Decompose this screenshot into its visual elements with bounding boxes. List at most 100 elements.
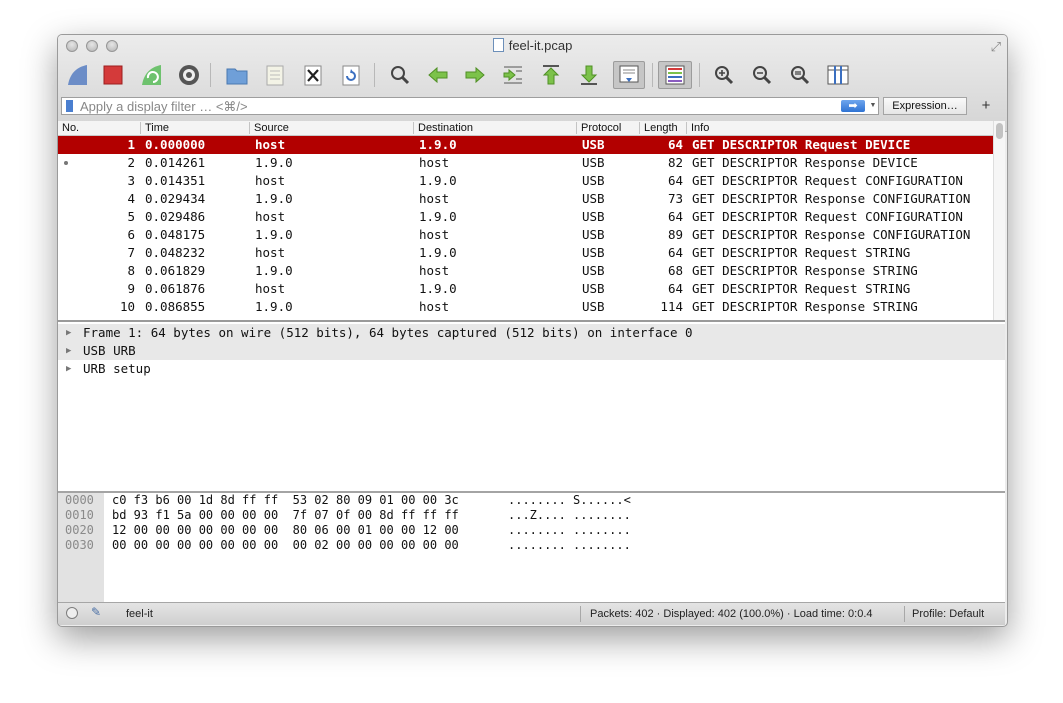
detail-label: Frame 1: 64 bytes on wire (512 bits), 64… bbox=[83, 325, 693, 340]
go-back-icon[interactable] bbox=[424, 61, 452, 89]
packet-protocol: USB bbox=[582, 137, 605, 152]
packet-row[interactable]: 2 0.014261 1.9.0 host USB 82 GET DESCRIP… bbox=[58, 154, 994, 172]
packet-row[interactable]: 10 0.086855 1.9.0 host USB 114 GET DESCR… bbox=[58, 298, 994, 316]
packet-info: GET DESCRIPTOR Request CONFIGURATION bbox=[692, 209, 963, 224]
packet-time: 0.029434 bbox=[145, 191, 206, 206]
packet-length: 68 bbox=[667, 263, 683, 278]
go-forward-icon[interactable] bbox=[461, 61, 489, 89]
column-header-no[interactable]: No. bbox=[62, 121, 79, 135]
byte-hex: 00 00 00 00 00 00 00 00 00 02 00 00 00 0… bbox=[112, 538, 459, 552]
packet-info: GET DESCRIPTOR Response DEVICE bbox=[692, 155, 918, 170]
expression-button[interactable]: Expression… bbox=[883, 97, 967, 115]
packet-info: GET DESCRIPTOR Response STRING bbox=[692, 299, 918, 314]
byte-ascii: ........ ........ bbox=[508, 523, 631, 537]
column-header-source[interactable]: Source bbox=[254, 121, 289, 135]
packet-no: 2 bbox=[127, 155, 135, 170]
fullscreen-icon[interactable]: ⤢ bbox=[991, 39, 1001, 55]
detail-tree-item[interactable]: ▶ Frame 1: 64 bytes on wire (512 bits), … bbox=[58, 324, 1005, 342]
status-divider bbox=[904, 606, 905, 622]
packet-row[interactable]: 3 0.014351 host 1.9.0 USB 64 GET DESCRIP… bbox=[58, 172, 994, 190]
status-divider bbox=[580, 606, 581, 622]
packet-length: 64 bbox=[667, 281, 683, 296]
packet-no: 7 bbox=[127, 245, 135, 260]
packet-time: 0.014261 bbox=[145, 155, 206, 170]
packet-info: GET DESCRIPTOR Request DEVICE bbox=[692, 137, 911, 152]
detail-tree-item[interactable]: ▶ URB setup bbox=[58, 360, 1005, 378]
packet-destination: 1.9.0 bbox=[419, 281, 457, 296]
packet-info: GET DESCRIPTOR Request STRING bbox=[692, 245, 911, 260]
packet-length: 64 bbox=[667, 209, 683, 224]
zoom-in-icon[interactable] bbox=[710, 61, 738, 89]
find-packet-icon[interactable] bbox=[386, 61, 414, 89]
packet-time: 0.048232 bbox=[145, 245, 206, 260]
toolbar-separator bbox=[210, 63, 211, 87]
auto-scroll-icon[interactable] bbox=[613, 61, 645, 89]
window-title-area: feel-it.pcap bbox=[58, 38, 1007, 53]
packet-row[interactable]: 8 0.061829 1.9.0 host USB 68 GET DESCRIP… bbox=[58, 262, 994, 280]
status-packet-counts: Packets: 402 · Displayed: 402 (100.0%) ·… bbox=[590, 608, 873, 620]
go-last-packet-icon[interactable] bbox=[575, 61, 603, 89]
packet-source: 1.9.0 bbox=[255, 155, 293, 170]
status-profile[interactable]: Profile: Default bbox=[912, 603, 984, 625]
column-header-info[interactable]: Info bbox=[691, 121, 709, 135]
zoom-out-icon[interactable] bbox=[748, 61, 776, 89]
expand-triangle-icon[interactable]: ▶ bbox=[66, 324, 71, 342]
packet-row[interactable]: 7 0.048232 host 1.9.0 USB 64 GET DESCRIP… bbox=[58, 244, 994, 262]
packet-row[interactable]: 5 0.029486 host 1.9.0 USB 64 GET DESCRIP… bbox=[58, 208, 994, 226]
packet-row[interactable]: 1 0.000000 host 1.9.0 USB 64 GET DESCRIP… bbox=[58, 136, 994, 154]
expand-triangle-icon[interactable]: ▶ bbox=[66, 342, 71, 360]
stop-capture-icon[interactable] bbox=[99, 61, 127, 89]
go-first-packet-icon[interactable] bbox=[537, 61, 565, 89]
reload-file-icon[interactable] bbox=[337, 61, 365, 89]
start-capture-icon[interactable] bbox=[63, 61, 91, 89]
wireshark-window: feel-it.pcap ⤢ Apply a display filter … … bbox=[57, 34, 1008, 627]
packet-list-scrollbar[interactable] bbox=[993, 121, 1005, 320]
resize-columns-icon[interactable] bbox=[824, 61, 852, 89]
packet-protocol: USB bbox=[582, 227, 605, 242]
column-header-destination[interactable]: Destination bbox=[418, 121, 473, 135]
byte-ascii: ........ ........ bbox=[508, 538, 631, 552]
capture-comment-icon[interactable]: ✎ bbox=[91, 605, 101, 619]
byte-ascii: ...Z.... ........ bbox=[508, 508, 631, 522]
packet-time: 0.014351 bbox=[145, 173, 206, 188]
go-to-packet-icon[interactable] bbox=[499, 61, 527, 89]
packet-details: ▶ Frame 1: 64 bytes on wire (512 bits), … bbox=[58, 322, 1005, 493]
packet-source: 1.9.0 bbox=[255, 263, 293, 278]
packet-no: 10 bbox=[119, 299, 135, 314]
packet-row[interactable]: 6 0.048175 1.9.0 host USB 89 GET DESCRIP… bbox=[58, 226, 994, 244]
packet-destination: host bbox=[419, 191, 450, 206]
capture-options-icon[interactable] bbox=[175, 61, 203, 89]
column-header-time[interactable]: Time bbox=[145, 121, 169, 135]
filter-history-dropdown-icon[interactable]: ▼ bbox=[868, 98, 878, 114]
packet-row[interactable]: 9 0.061876 host 1.9.0 USB 64 GET DESCRIP… bbox=[58, 280, 994, 298]
toolbar-separator bbox=[652, 63, 653, 87]
packet-info: GET DESCRIPTOR Response CONFIGURATION bbox=[692, 227, 971, 242]
scrollbar-thumb[interactable] bbox=[996, 123, 1003, 139]
packet-row[interactable]: 4 0.029434 1.9.0 host USB 73 GET DESCRIP… bbox=[58, 190, 994, 208]
byte-hex: 12 00 00 00 00 00 00 00 80 06 00 01 00 0… bbox=[112, 523, 459, 537]
apply-filter-arrow-icon[interactable]: ➡ bbox=[841, 100, 865, 112]
expert-info-icon[interactable] bbox=[66, 607, 78, 619]
column-header-protocol[interactable]: Protocol bbox=[581, 121, 621, 135]
packet-info: GET DESCRIPTOR Response STRING bbox=[692, 263, 918, 278]
colorize-icon[interactable] bbox=[658, 61, 692, 89]
packet-time: 0.000000 bbox=[145, 137, 206, 152]
title-bar: feel-it.pcap ⤢ Apply a display filter … … bbox=[58, 35, 1007, 132]
packet-no: 5 bbox=[127, 209, 135, 224]
packet-list: No. Time Source Destination Protocol Len… bbox=[58, 121, 1005, 322]
detail-tree-item[interactable]: ▶ USB URB bbox=[58, 342, 1005, 360]
close-file-icon[interactable] bbox=[299, 61, 327, 89]
packet-protocol: USB bbox=[582, 299, 605, 314]
add-filter-button[interactable]: + bbox=[971, 97, 1001, 115]
column-header-length[interactable]: Length bbox=[644, 121, 678, 135]
normal-size-icon[interactable] bbox=[786, 61, 814, 89]
bookmark-icon[interactable] bbox=[66, 100, 73, 112]
display-filter-input[interactable] bbox=[80, 98, 820, 114]
save-file-icon[interactable] bbox=[261, 61, 289, 89]
open-file-icon[interactable] bbox=[223, 61, 251, 89]
byte-offset: 0000 bbox=[65, 493, 94, 507]
restart-capture-icon[interactable] bbox=[137, 61, 165, 89]
packet-no: 8 bbox=[127, 263, 135, 278]
packet-length: 64 bbox=[667, 137, 683, 152]
expand-triangle-icon[interactable]: ▶ bbox=[66, 360, 71, 378]
